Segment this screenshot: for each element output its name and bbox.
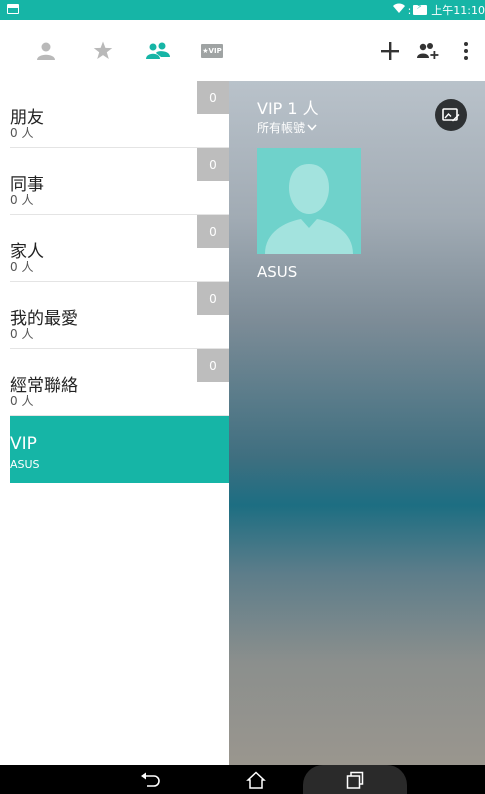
- account-filter-dropdown[interactable]: 所有帳號: [257, 119, 317, 136]
- group-member-summary: ASUS: [10, 458, 40, 471]
- group-detail-panel: VIP 1 人 所有帳號 ASUS: [229, 81, 485, 765]
- kebab-icon: [464, 41, 468, 60]
- clock: 上午11:10: [431, 4, 485, 17]
- star-icon: [93, 41, 113, 59]
- default-person-avatar-icon: [265, 164, 353, 254]
- group-row-frequent[interactable]: 經常聯絡 0 人 0: [10, 349, 229, 416]
- group-member-count: 0 人: [10, 126, 34, 140]
- group-member-count: 0 人: [10, 327, 34, 341]
- group-member-count: 0 人: [10, 193, 34, 207]
- tab-contacts[interactable]: [34, 20, 58, 81]
- chevron-down-icon: [307, 124, 317, 131]
- navigation-bar: [0, 765, 485, 794]
- group-member-count: 0 人: [10, 394, 34, 408]
- back-icon: [141, 772, 160, 787]
- wifi-icon: [392, 3, 406, 17]
- tab-favorites[interactable]: [92, 20, 114, 81]
- group-row-family[interactable]: 家人 0 人 0: [10, 215, 229, 282]
- home-icon: [246, 770, 266, 789]
- home-button[interactable]: [241, 765, 271, 794]
- contact-avatar[interactable]: [257, 148, 361, 254]
- edit-group-button[interactable]: [435, 99, 467, 131]
- contact-name[interactable]: ASUS: [257, 263, 297, 281]
- tab-groups[interactable]: [144, 20, 172, 81]
- recent-apps-button[interactable]: [340, 765, 370, 794]
- group-count-badge: 0: [197, 282, 229, 315]
- person-icon: [37, 42, 55, 60]
- group-member-count: 0 人: [10, 260, 34, 274]
- group-count-badge: 0: [197, 81, 229, 114]
- plus-icon: [381, 41, 399, 60]
- account-filter-label: 所有帳號: [257, 121, 306, 135]
- toolbar: ★VIP: [0, 20, 485, 81]
- group-name: VIP: [10, 434, 37, 454]
- back-button[interactable]: [135, 765, 165, 794]
- vip-icon: ★VIP: [201, 43, 223, 58]
- group-count-badge: 0: [197, 148, 229, 181]
- group-row-coworkers[interactable]: 同事 0 人 0: [10, 148, 229, 215]
- group-row-friends[interactable]: 朋友 0 人 0: [10, 81, 229, 148]
- add-button[interactable]: [378, 20, 402, 81]
- image-notification-icon: [7, 4, 19, 14]
- status-bar-right: : 上午11:10: [392, 2, 485, 18]
- group-row-vip[interactable]: VIP ASUS: [10, 416, 229, 483]
- group-count-badge: 0: [197, 215, 229, 248]
- edit-image-icon: [442, 108, 460, 122]
- status-separator: :: [407, 3, 412, 17]
- group-icon: [146, 42, 170, 59]
- recent-apps-icon: [346, 771, 364, 789]
- group-title: VIP 1 人: [257, 99, 319, 118]
- group-count-badge: 0: [197, 349, 229, 382]
- status-bar: : 上午11:10: [0, 0, 485, 20]
- battery-charging-icon: [413, 2, 428, 15]
- group-row-favorites[interactable]: 我的最愛 0 人 0: [10, 282, 229, 349]
- add-group-button[interactable]: [415, 20, 441, 81]
- overflow-menu-button[interactable]: [458, 20, 474, 81]
- group-list: 朋友 0 人 0 同事 0 人 0 家人 0 人 0 我的最愛 0 人 0 經常…: [10, 81, 229, 765]
- tab-vip[interactable]: ★VIP: [200, 20, 224, 81]
- add-group-icon: [417, 42, 439, 59]
